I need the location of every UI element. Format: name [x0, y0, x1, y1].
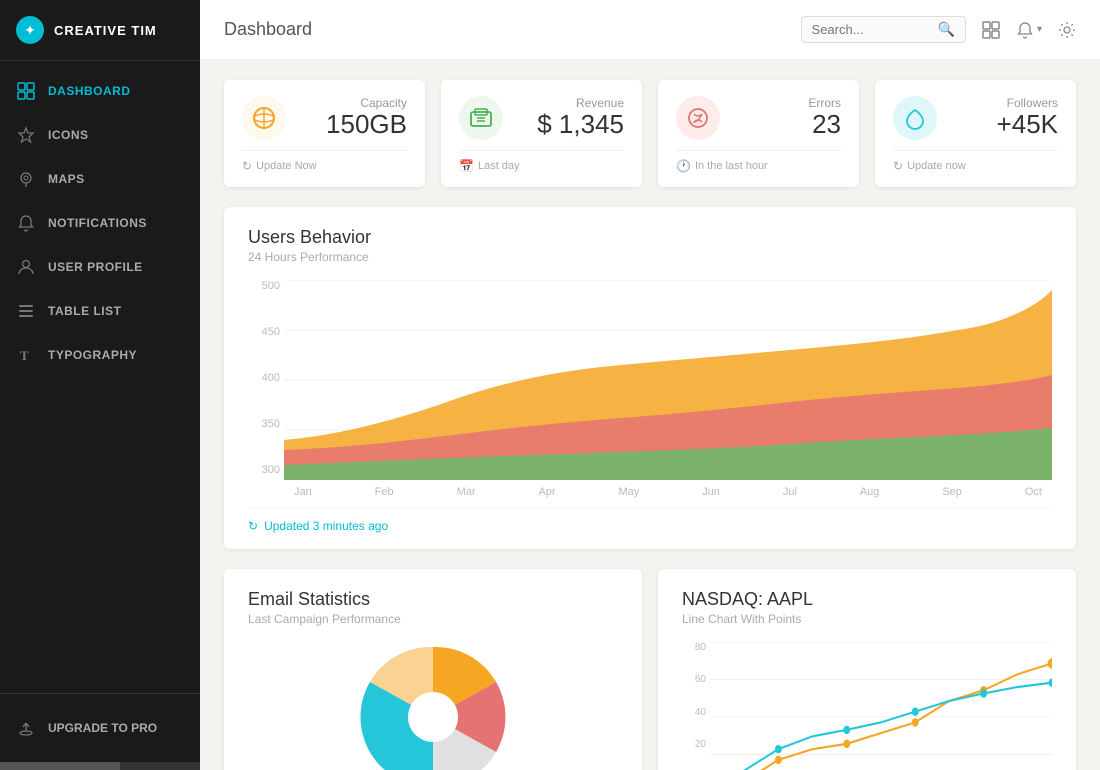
sidebar-item-user-profile[interactable]: USER PROFILE: [0, 245, 200, 289]
chart-updated-text: Updated 3 minutes ago: [264, 519, 388, 533]
stat-card-errors: Errors 23 🕐 In the last hour: [658, 80, 859, 187]
sidebar-scrollbar-thumb: [0, 762, 120, 770]
nasdaq-title: NASDAQ: AAPL: [682, 589, 1052, 610]
stat-card-revenue: Revenue $ 1,345 📅 Last day: [441, 80, 642, 187]
users-behavior-subtitle: 24 Hours Performance: [248, 250, 1052, 264]
notifications-header-icon[interactable]: ▾: [1016, 21, 1042, 39]
nasdaq-subtitle: Line Chart With Points: [682, 612, 1052, 626]
errors-label: Errors: [734, 96, 841, 110]
sidebar-item-table-list-label: TABLE LIST: [48, 304, 121, 318]
search-icon: 🔍: [938, 21, 955, 38]
x-axis-labels: Jan Feb Mar Apr May Jun Jul Aug Sep Oct: [284, 480, 1052, 498]
upgrade-button[interactable]: UPGRADE TO PRO: [16, 710, 184, 746]
revenue-label: Revenue: [517, 96, 624, 110]
upgrade-icon: [16, 718, 36, 738]
search-bar[interactable]: 🔍: [801, 16, 966, 43]
sidebar-item-maps-label: MAPS: [48, 172, 85, 186]
area-chart: [284, 280, 1052, 480]
chart-footer: ↻ Updated 3 minutes ago: [248, 508, 1052, 533]
followers-value: +45K: [951, 110, 1058, 139]
revenue-icon: [459, 96, 503, 140]
content-area: Capacity 150GB ↻ Update Now: [200, 60, 1100, 770]
sidebar-item-typography[interactable]: T TYPOGRAPHY: [0, 333, 200, 377]
capacity-label: Capacity: [300, 96, 407, 110]
sidebar-item-icons[interactable]: ICONS: [0, 113, 200, 157]
revenue-footer: 📅 Last day: [459, 150, 624, 173]
main-content: Dashboard 🔍 ▾: [200, 0, 1100, 770]
stat-card-followers: Followers +45K ↻ Update now: [875, 80, 1076, 187]
pie-chart: [248, 642, 618, 770]
nasdaq-line-chart: [710, 642, 1052, 770]
sidebar: ✦ CREATIVE TIM DASHBOARD ICONS: [0, 0, 200, 770]
revenue-value: $ 1,345: [517, 110, 624, 139]
dashboard-icon: [16, 81, 36, 101]
settings-icon[interactable]: [1058, 21, 1076, 39]
page-title: Dashboard: [224, 19, 801, 40]
notification-chevron: ▾: [1037, 24, 1042, 35]
logo-text: CREATIVE TIM: [54, 23, 157, 38]
users-behavior-panel: Users Behavior 24 Hours Performance 500 …: [224, 207, 1076, 549]
sidebar-bottom: UPGRADE TO PRO: [0, 693, 200, 762]
grid-icon[interactable]: [982, 21, 1000, 39]
errors-footer: 🕐 In the last hour: [676, 150, 841, 173]
nasdaq-panel: NASDAQ: AAPL Line Chart With Points 80 6…: [658, 569, 1076, 770]
header: Dashboard 🔍 ▾: [200, 0, 1100, 60]
user-profile-icon: [16, 257, 36, 277]
upgrade-label: UPGRADE TO PRO: [48, 721, 157, 735]
stat-card-capacity: Capacity 150GB ↻ Update Now: [224, 80, 425, 187]
email-stats-subtitle: Last Campaign Performance: [248, 612, 618, 626]
search-input[interactable]: [812, 22, 932, 37]
users-behavior-title: Users Behavior: [248, 227, 1052, 248]
typography-icon: T: [16, 345, 36, 365]
email-stats-title: Email Statistics: [248, 589, 618, 610]
followers-footer: ↻ Update now: [893, 150, 1058, 173]
sidebar-item-table-list[interactable]: TABLE LIST: [0, 289, 200, 333]
sidebar-item-notifications[interactable]: NOTIFICATIONS: [0, 201, 200, 245]
nasdaq-y-labels: 80 60 40 20 0: [682, 642, 706, 770]
followers-label: Followers: [951, 96, 1058, 110]
sidebar-scrollbar[interactable]: [0, 762, 200, 770]
icons-icon: [16, 125, 36, 145]
stat-cards-grid: Capacity 150GB ↻ Update Now: [224, 80, 1076, 187]
capacity-value: 150GB: [300, 110, 407, 139]
sidebar-item-maps[interactable]: MAPS: [0, 157, 200, 201]
errors-value: 23: [734, 110, 841, 139]
bottom-panels: Email Statistics Last Campaign Performan…: [224, 569, 1076, 770]
capacity-footer: ↻ Update Now: [242, 150, 407, 173]
followers-icon: [893, 96, 937, 140]
maps-icon: [16, 169, 36, 189]
header-icons: ▾: [982, 21, 1076, 39]
y-axis-labels: 500 450 400 350 300: [248, 280, 280, 480]
table-list-icon: [16, 301, 36, 321]
svg-text:T: T: [20, 348, 29, 363]
email-stats-panel: Email Statistics Last Campaign Performan…: [224, 569, 642, 770]
logo-icon: ✦: [16, 16, 44, 44]
sidebar-item-notifications-label: NOTIFICATIONS: [48, 216, 147, 230]
sidebar-item-icons-label: ICONS: [48, 128, 89, 142]
sidebar-item-dashboard-label: DASHBOARD: [48, 84, 131, 98]
sidebar-item-user-profile-label: USER PROFILE: [48, 260, 143, 274]
sidebar-item-dashboard[interactable]: DASHBOARD: [0, 69, 200, 113]
sidebar-logo[interactable]: ✦ CREATIVE TIM: [0, 0, 200, 61]
refresh-icon: ↻: [248, 519, 258, 533]
sidebar-nav: DASHBOARD ICONS MAPS: [0, 61, 200, 693]
errors-icon: [676, 96, 720, 140]
notifications-icon: [16, 213, 36, 233]
sidebar-item-typography-label: TYPOGRAPHY: [48, 348, 137, 362]
capacity-icon: [242, 96, 286, 140]
